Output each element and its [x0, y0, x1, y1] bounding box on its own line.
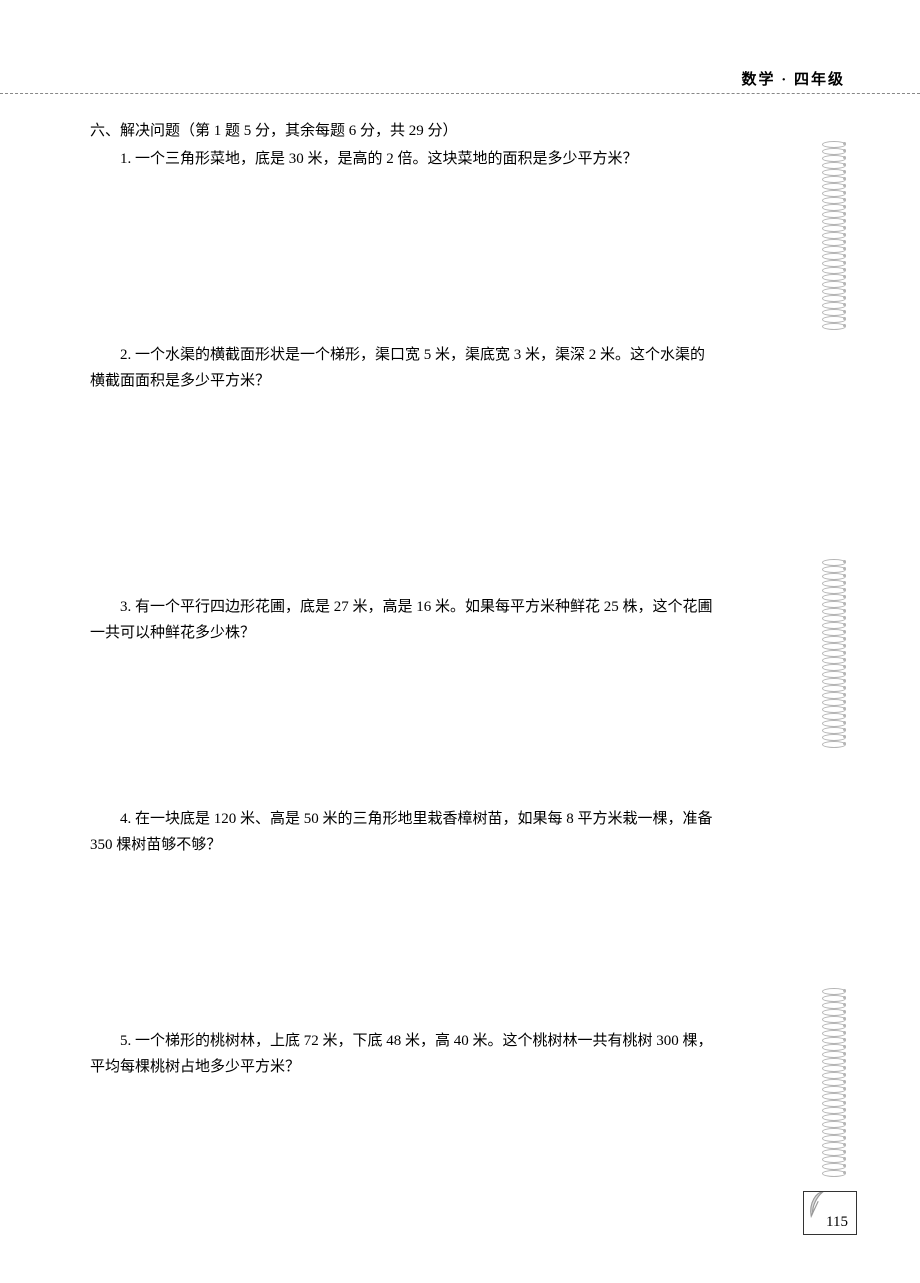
page-number-box: 115 — [803, 1191, 857, 1235]
problem-1-line1: 1. 一个三角形菜地，底是 30 米，是高的 2 倍。这块菜地的面积是多少平方米… — [90, 146, 730, 172]
problem-3-line1: 3. 有一个平行四边形花圃，底是 27 米，高是 16 米。如果每平方米种鲜花 … — [90, 594, 730, 620]
page-number: 115 — [826, 1214, 848, 1231]
spiral-binding-1 — [822, 140, 848, 329]
problem-3: 3. 有一个平行四边形花圃，底是 27 米，高是 16 米。如果每平方米种鲜花 … — [90, 594, 730, 646]
problem-5-line1: 5. 一个梯形的桃树林，上底 72 米，下底 48 米，高 40 米。这个桃树林… — [90, 1028, 730, 1054]
problem-4-line2: 350 棵树苗够不够？ — [90, 832, 730, 858]
problem-2: 2. 一个水渠的横截面形状是一个梯形，渠口宽 5 米，渠底宽 3 米，渠深 2 … — [90, 342, 730, 394]
header-subject-grade: 数学 · 四年级 — [741, 68, 845, 89]
problem-2-line2: 横截面面积是多少平方米？ — [90, 368, 730, 394]
problem-4: 4. 在一块底是 120 米、高是 50 米的三角形地里栽香樟树苗，如果每 8 … — [90, 806, 730, 858]
problem-2-line1: 2. 一个水渠的横截面形状是一个梯形，渠口宽 5 米，渠底宽 3 米，渠深 2 … — [90, 342, 730, 368]
spiral-binding-2 — [822, 558, 848, 747]
spiral-binding-3 — [822, 987, 848, 1176]
problem-5: 5. 一个梯形的桃树林，上底 72 米，下底 48 米，高 40 米。这个桃树林… — [90, 1028, 730, 1080]
content-area: 六、解决问题（第 1 题 5 分，其余每题 6 分，共 29 分） 1. 一个三… — [90, 118, 730, 1080]
header-divider — [0, 93, 920, 94]
section-title: 六、解决问题（第 1 题 5 分，其余每题 6 分，共 29 分） — [90, 118, 730, 144]
problem-1: 1. 一个三角形菜地，底是 30 米，是高的 2 倍。这块菜地的面积是多少平方米… — [90, 146, 730, 172]
problem-5-line2: 平均每棵桃树占地多少平方米？ — [90, 1054, 730, 1080]
problem-4-line1: 4. 在一块底是 120 米、高是 50 米的三角形地里栽香樟树苗，如果每 8 … — [90, 806, 730, 832]
problem-3-line2: 一共可以种鲜花多少株？ — [90, 620, 730, 646]
